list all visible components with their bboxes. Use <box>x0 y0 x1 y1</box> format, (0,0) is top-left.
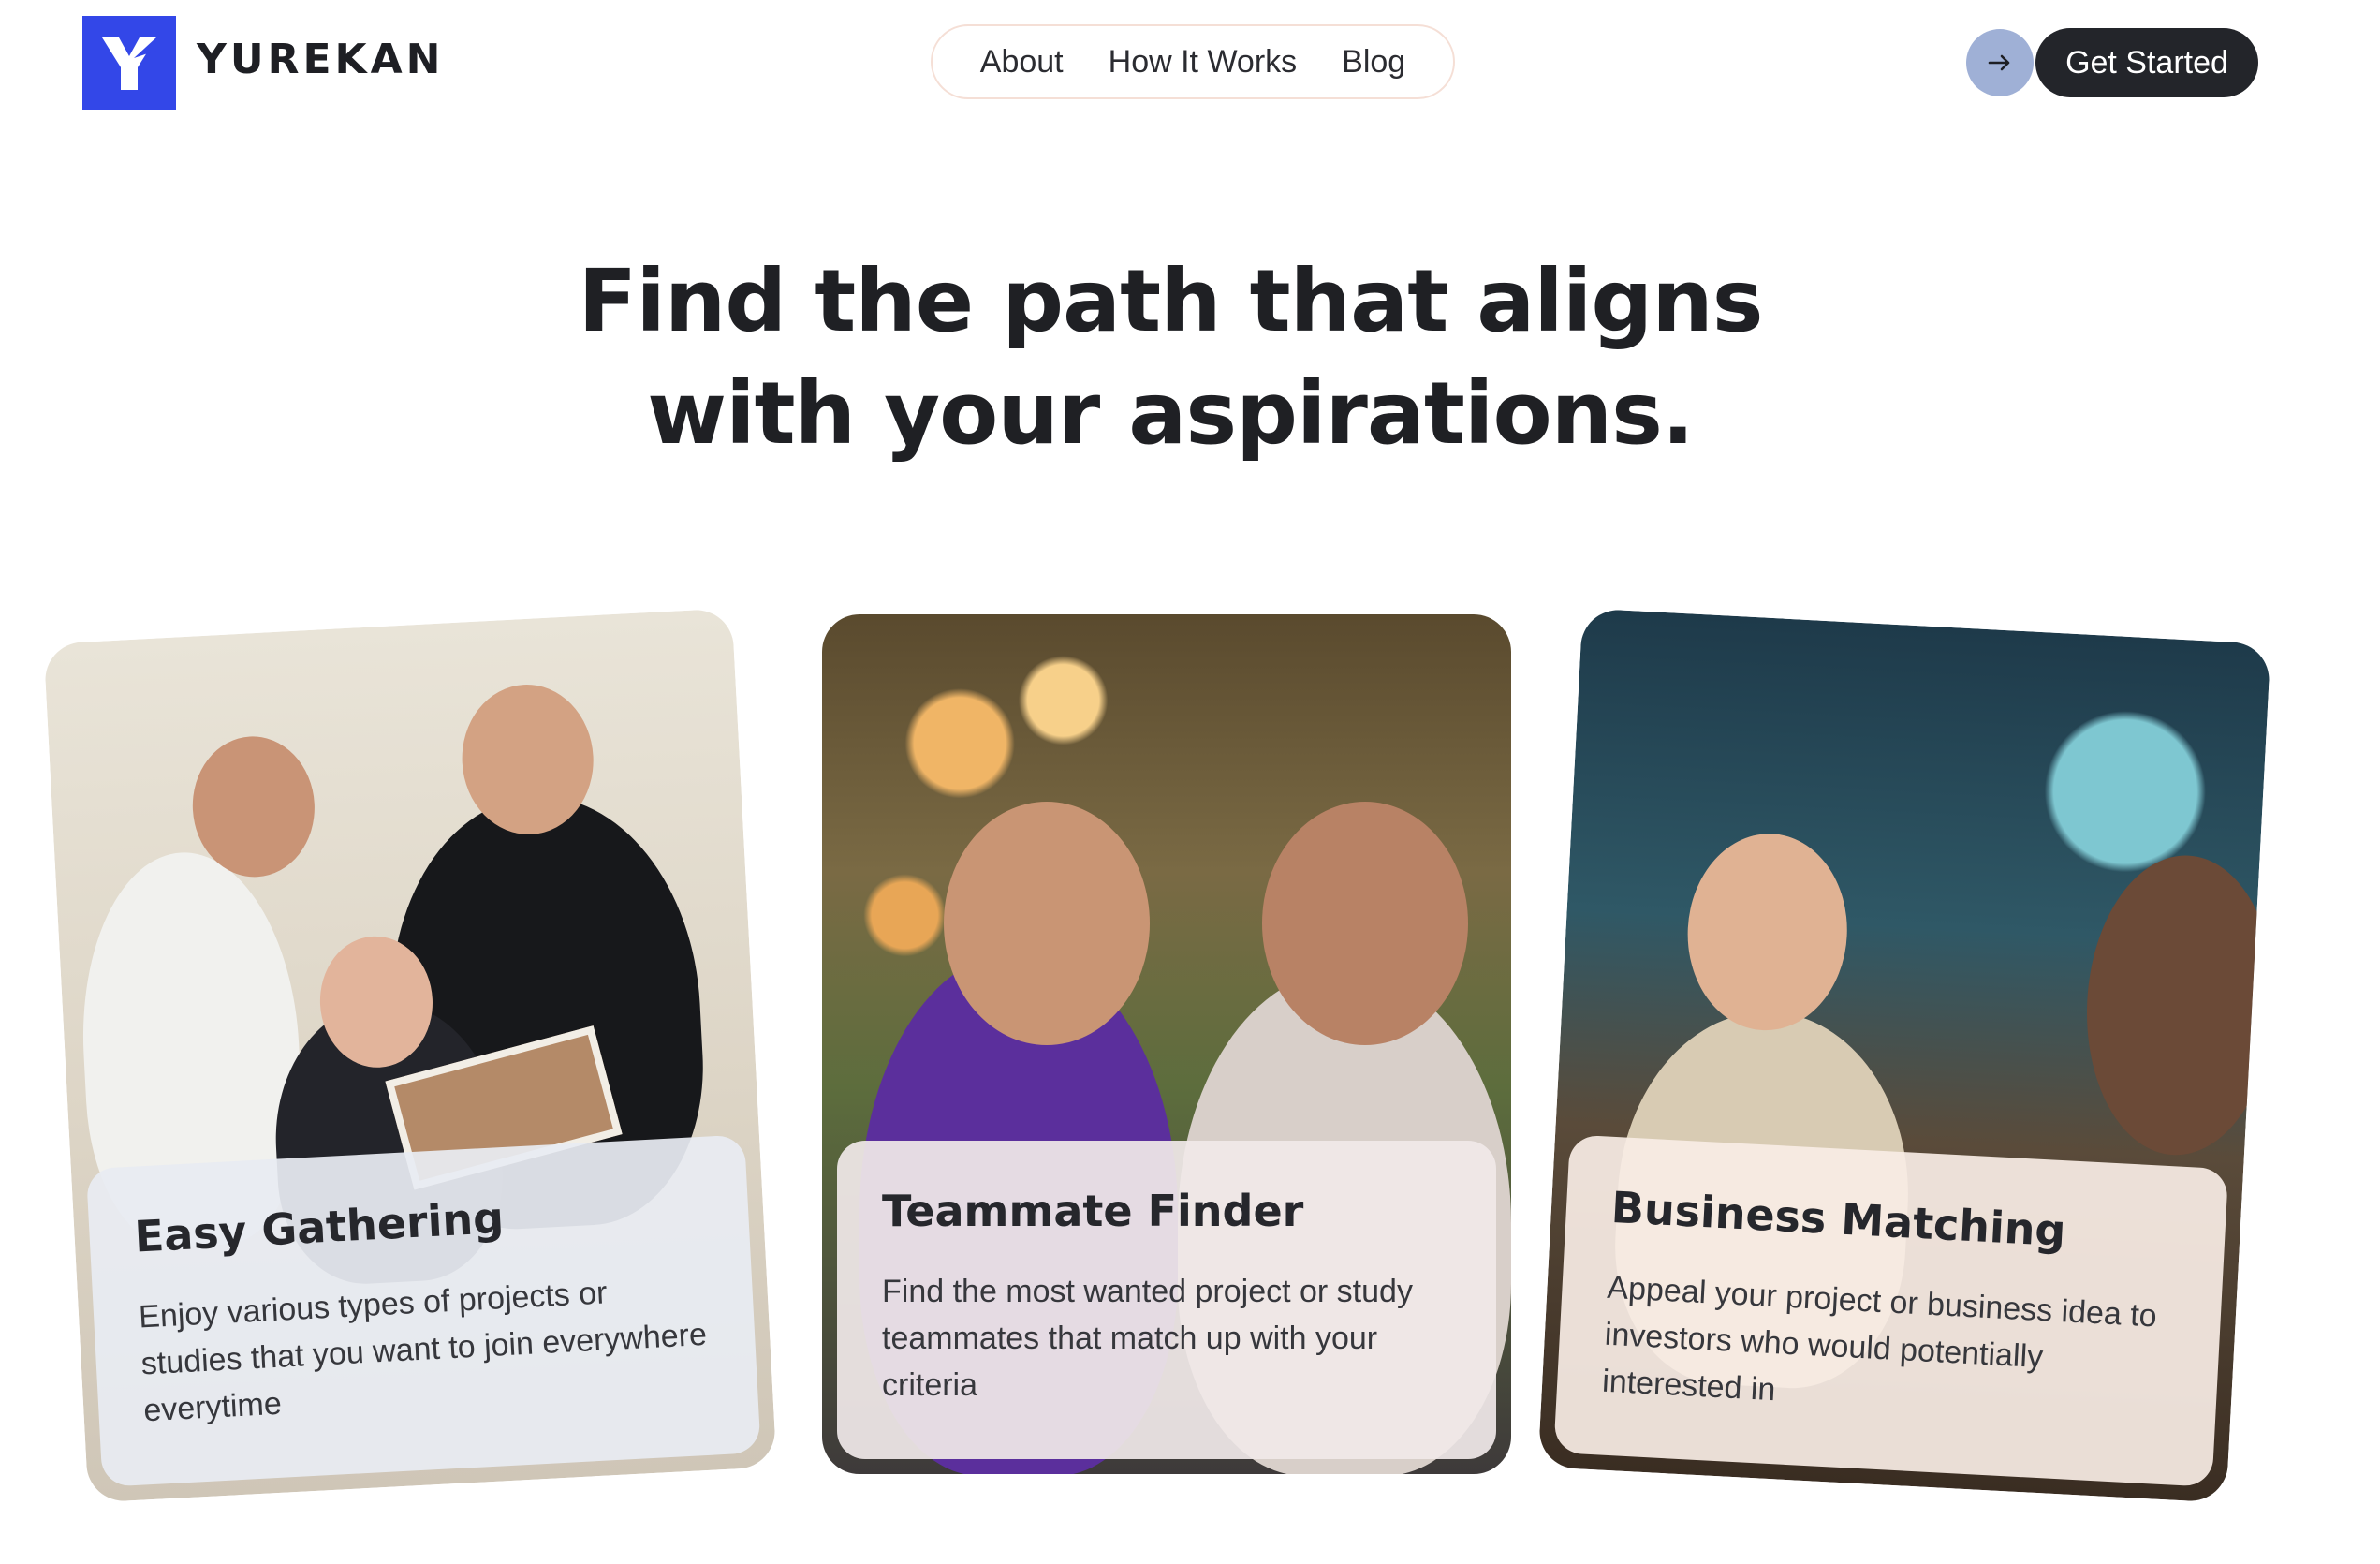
hero-line-1: Find the path that aligns <box>578 251 1764 351</box>
main-nav: About How It Works Blog <box>931 24 1455 99</box>
card-description: Enjoy various types of projects or studi… <box>138 1275 708 1429</box>
card-description: Find the most wanted project or study te… <box>882 1274 1413 1403</box>
person-head <box>1682 829 1853 1035</box>
card-title: Easy Gathering <box>133 1192 506 1262</box>
card-description: Appeal your project or business idea to … <box>1601 1269 2158 1409</box>
card-caption: Teammate Finder Find the most wanted pro… <box>837 1141 1496 1459</box>
arrow-right-button[interactable] <box>1966 29 2034 96</box>
nav-about-link[interactable]: About <box>980 44 1064 81</box>
hero-heading: Find the path that aligns with your aspi… <box>468 245 1873 470</box>
card-title: Business Matching <box>1609 1181 2067 1257</box>
feature-card-business-matching[interactable]: Business Matching Appeal your project or… <box>1537 608 2271 1503</box>
feature-card-teammate-finder[interactable]: Teammate Finder Find the most wanted pro… <box>822 614 1511 1474</box>
card-title: Teammate Finder <box>882 1186 1304 1236</box>
card-caption: Business Matching Appeal your project or… <box>1553 1134 2229 1487</box>
logo-icon[interactable] <box>82 16 176 110</box>
card-caption: Easy Gathering Enjoy various types of pr… <box>85 1134 761 1487</box>
person-head <box>944 802 1150 1045</box>
hero-line-2: with your aspirations. <box>647 363 1695 464</box>
person-head <box>2079 850 2271 1160</box>
feature-card-easy-gathering[interactable]: Easy Gathering Enjoy various types of pr… <box>43 608 777 1503</box>
arrow-right-icon <box>1988 54 2010 71</box>
nav-blog-link[interactable]: Blog <box>1342 44 1405 81</box>
brand-name[interactable]: YUREKAN <box>197 36 445 83</box>
person-head <box>1262 802 1468 1045</box>
get-started-button[interactable]: Get Started <box>2035 28 2258 97</box>
logo-y-glyph <box>102 37 156 90</box>
nav-how-it-works-link[interactable]: How It Works <box>1109 44 1298 81</box>
site-header: YUREKAN About How It Works Blog Get Star… <box>0 0 2380 131</box>
